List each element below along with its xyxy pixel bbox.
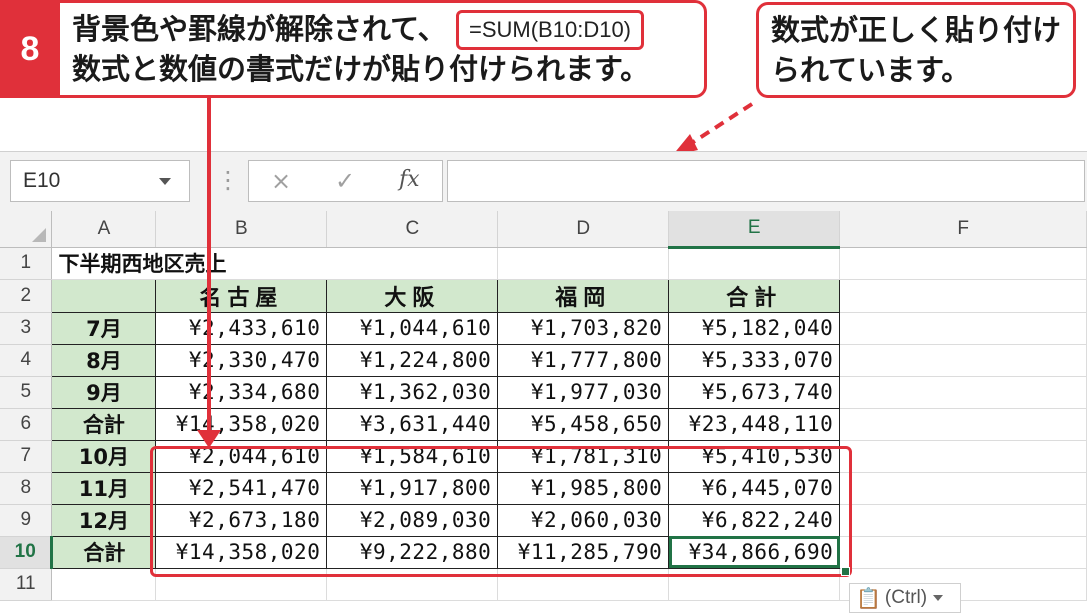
arrow-head-icon [197,430,221,448]
highlight-pasted-range [150,446,852,577]
header-fukuoka[interactable]: 福岡 [497,278,670,313]
row-header-11[interactable]: 11 [0,568,53,601]
cell[interactable] [839,408,1087,441]
row-header-6[interactable]: 6 [0,408,53,441]
row-label[interactable]: 12月 [51,503,157,537]
select-all-corner[interactable] [0,211,53,248]
value-cell[interactable]: ¥5,673,740 [668,375,841,409]
row-label[interactable]: 8月 [51,343,157,377]
formula-text[interactable]: =SUM(B10:D10) [456,10,645,50]
row-label[interactable]: 合計 [51,535,157,569]
paste-options-label: (Ctrl) [884,587,928,608]
name-box[interactable]: E10 [10,160,190,202]
header-empty-cell[interactable] [51,278,157,313]
header-total[interactable]: 合計 [668,278,841,313]
value-cell[interactable]: ¥2,330,470 [155,343,328,377]
header-osaka[interactable]: 大阪 [326,278,499,313]
value-cell[interactable]: ¥1,362,030 [326,375,499,409]
column-header-e[interactable]: E [668,211,841,249]
value-cell[interactable]: ¥5,458,650 [497,407,670,441]
cell[interactable] [51,568,157,601]
value-cell[interactable]: ¥14,358,020 [155,407,328,441]
value-cell[interactable]: ¥1,777,800 [497,343,670,377]
fill-handle[interactable] [841,567,850,576]
row-header-8[interactable]: 8 [0,472,53,505]
cell[interactable] [839,247,1087,280]
column-header-f[interactable]: F [839,211,1087,248]
value-cell[interactable]: ¥5,333,070 [668,343,841,377]
row-label[interactable]: 10月 [51,439,157,473]
value-cell[interactable]: ¥5,182,040 [668,311,841,345]
row-header-10[interactable]: 10 [0,536,54,569]
cell[interactable] [839,376,1087,409]
value-cell[interactable]: ¥1,977,030 [497,375,670,409]
value-cell[interactable]: ¥1,044,610 [326,311,499,345]
cell[interactable] [839,440,1087,473]
value-cell[interactable]: ¥3,631,440 [326,407,499,441]
paste-options-button[interactable]: 📋 (Ctrl) [849,583,961,613]
formula-bar: E10 ⋮ × ✓ fx [0,151,1087,212]
row-header-1[interactable]: 1 [0,247,53,280]
value-cell[interactable]: ¥1,224,800 [326,343,499,377]
chevron-down-icon [933,595,944,601]
cell[interactable] [839,504,1087,537]
cell[interactable] [668,247,841,280]
chevron-down-icon[interactable] [159,178,171,185]
row-header-7[interactable]: 7 [0,440,53,473]
header-nagoya[interactable]: 名古屋 [155,278,328,313]
row-label[interactable]: 合計 [51,407,157,441]
arrow-line [207,98,211,435]
name-box-value: E10 [23,169,61,192]
value-cell[interactable]: ¥1,703,820 [497,311,670,345]
cell[interactable] [839,536,1087,569]
row-header-3[interactable]: 3 [0,312,53,345]
column-header-a[interactable]: A [51,211,157,248]
row-label[interactable]: 7月 [51,311,157,345]
value-cell[interactable]: ¥2,433,610 [155,311,328,345]
cell[interactable] [839,279,1087,313]
column-header-d[interactable]: D [497,211,670,248]
cell[interactable] [497,247,670,280]
insert-function-icon[interactable]: fx [399,167,420,192]
row-header-2[interactable]: 2 [0,279,53,313]
formula-buttons: × ✓ fx [248,160,443,202]
enter-check-icon[interactable]: ✓ [335,167,355,195]
row-header-5[interactable]: 5 [0,376,53,409]
column-header-b[interactable]: B [155,211,328,248]
cancel-icon[interactable]: × [271,167,291,195]
sheet-title[interactable]: 下半期西地区売上 [51,247,499,280]
value-cell[interactable]: ¥2,334,680 [155,375,328,409]
cell[interactable] [839,312,1087,345]
cell[interactable] [839,344,1087,377]
clipboard-icon: 📋 [856,587,881,610]
formula-input[interactable] [447,160,1085,202]
value-cell[interactable]: ¥23,448,110 [668,407,841,441]
row-header-9[interactable]: 9 [0,504,53,537]
grip-dots-icon[interactable]: ⋮ [216,166,240,194]
row-label[interactable]: 9月 [51,375,157,409]
row-header-4[interactable]: 4 [0,344,53,377]
row-label[interactable]: 11月 [51,471,157,505]
cell[interactable] [839,472,1087,505]
column-header-c[interactable]: C [326,211,499,248]
